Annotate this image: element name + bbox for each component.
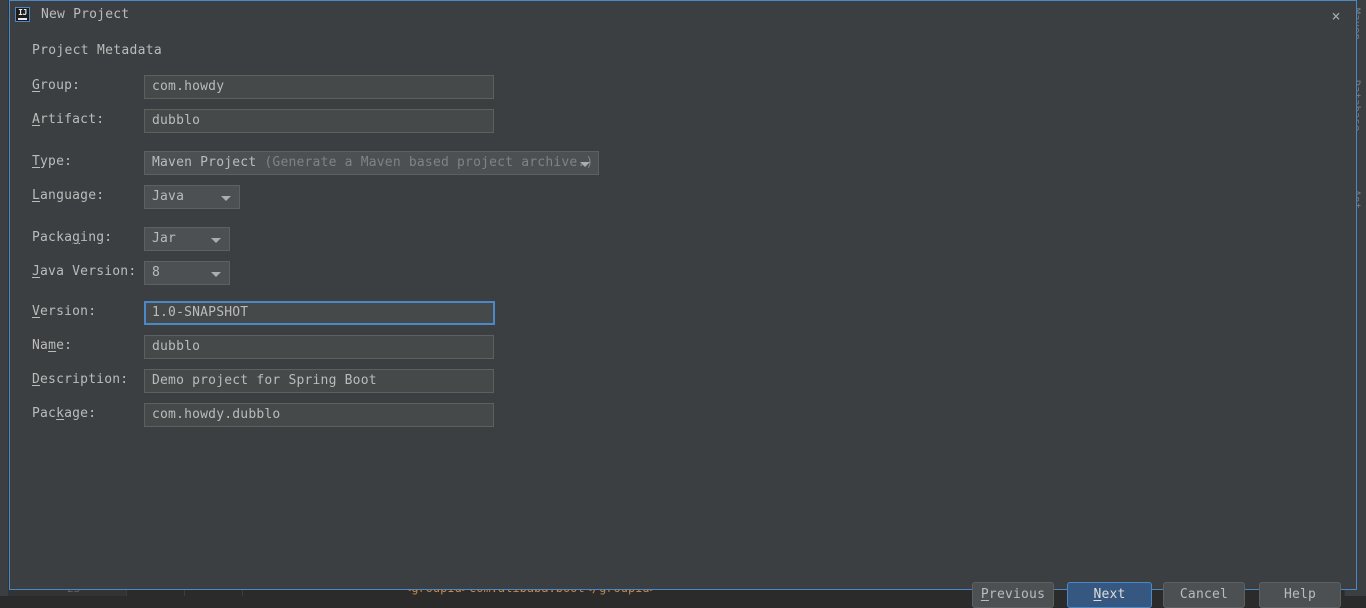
combobox-packaging[interactable]: Jar: [144, 227, 230, 251]
combobox-type[interactable]: Maven Project (Generate a Maven based pr…: [144, 151, 599, 175]
label-version: Version:: [32, 304, 97, 319]
label-package: Package:: [32, 406, 97, 421]
input-group[interactable]: com.howdy: [144, 75, 494, 99]
combobox-hint-type: (Generate a Maven based project archive.…: [256, 155, 594, 170]
label-language: Language:: [32, 188, 105, 203]
next-button[interactable]: Next: [1067, 582, 1152, 608]
label-group: Group:: [32, 78, 81, 93]
combobox-value-type: Maven Project: [152, 155, 257, 170]
label-java-version: Java Version:: [32, 264, 137, 279]
chevron-down-icon[interactable]: [211, 272, 221, 277]
dialog-title: New Project: [41, 7, 130, 22]
combobox-value-java-version: 8: [152, 265, 161, 280]
combobox-java-version[interactable]: 8: [144, 261, 230, 285]
input-project-name[interactable]: dubblo: [144, 335, 494, 359]
section-heading-project-metadata: Project Metadata: [32, 43, 163, 58]
close-icon[interactable]: ×: [1326, 6, 1346, 26]
previous-button[interactable]: Previous: [972, 582, 1054, 608]
combobox-value-packaging: Jar: [152, 231, 177, 246]
input-description[interactable]: Demo project for Spring Boot: [144, 369, 494, 393]
chevron-down-icon[interactable]: [580, 162, 590, 167]
label-project-name: Name:: [32, 338, 73, 353]
combobox-value-language: Java: [152, 189, 185, 204]
input-package[interactable]: com.howdy.dubblo: [144, 403, 494, 427]
intellij-logo-underbar: [18, 18, 27, 20]
chevron-down-icon[interactable]: [221, 196, 231, 201]
input-version[interactable]: 1.0-SNAPSHOT: [144, 301, 495, 325]
help-button[interactable]: Help: [1259, 582, 1341, 608]
chevron-down-icon[interactable]: [211, 238, 221, 243]
combobox-language[interactable]: Java: [144, 185, 240, 209]
label-description: Description:: [32, 372, 129, 387]
ide-left-toolwindow-strip: [0, 0, 9, 596]
intellij-logo-icon: IJ: [15, 7, 30, 22]
dialog-titlebar: IJ New Project ×: [10, 1, 1356, 31]
input-artifact[interactable]: dubblo: [144, 109, 494, 133]
label-packaging: Packaging:: [32, 230, 113, 245]
intellij-logo-text: IJ: [18, 8, 27, 17]
cancel-button[interactable]: Cancel: [1163, 582, 1245, 608]
label-artifact: Artifact:: [32, 112, 105, 127]
new-project-dialog: IJ New Project × Project Metadata Group:…: [9, 0, 1357, 608]
label-type: Type:: [32, 154, 73, 169]
